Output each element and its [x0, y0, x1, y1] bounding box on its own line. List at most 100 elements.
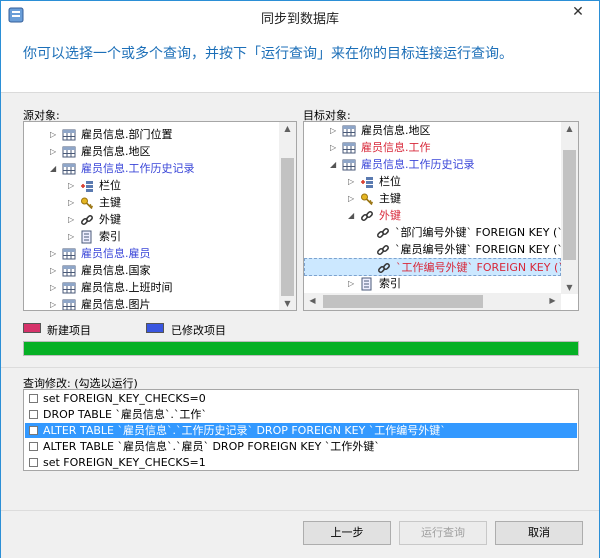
query-checkbox[interactable]: [29, 426, 38, 435]
query-row[interactable]: ALTER TABLE `雇员信息`.`工作历史记录` DROP FOREIGN…: [25, 423, 577, 438]
tree-row[interactable]: ▷ 雇员信息.雇员: [24, 245, 280, 263]
tree-row[interactable]: ▷ 雇员信息.工作: [304, 139, 561, 157]
query-row[interactable]: set FOREIGN_KEY_CHECKS=0: [25, 391, 577, 406]
expand-arrow-icon[interactable]: ▷: [50, 267, 58, 275]
query-checkbox[interactable]: [29, 458, 38, 467]
target-tree[interactable]: ▷雇员信息.雇员▷索引`工作编号外键` FOREIGN KEY (`工`雇员编号…: [303, 121, 579, 311]
link-icon: [377, 245, 389, 255]
query-row[interactable]: ALTER TABLE `雇员信息`.`雇员` DROP FOREIGN KEY…: [25, 439, 577, 454]
scroll-down-arrow-icon[interactable]: ▼: [279, 299, 296, 308]
close-button[interactable]: ✕: [563, 1, 593, 23]
table-icon: [62, 248, 76, 260]
tree-row[interactable]: ▷ 外键: [24, 211, 280, 229]
tree-row[interactable]: ◢ 雇员信息.工作历史记录: [304, 156, 561, 174]
expand-arrow-icon[interactable]: ▷: [330, 144, 338, 152]
scroll-right-arrow-icon[interactable]: ▶: [544, 296, 561, 305]
expand-arrow-icon[interactable]: ▷: [348, 280, 356, 288]
progress-fill: [24, 342, 578, 355]
collapse-arrow-icon[interactable]: ◢: [330, 161, 338, 169]
query-text: DROP TABLE `雇员信息`.`工作`: [43, 408, 207, 421]
table-icon: [62, 163, 76, 175]
cancel-button[interactable]: 取消: [495, 521, 583, 545]
query-row[interactable]: set FOREIGN_KEY_CHECKS=1: [25, 455, 577, 470]
source-vertical-scrollbar[interactable]: ▲ ▼: [279, 122, 296, 310]
target-vertical-scrollbar[interactable]: ▲ ▼: [561, 122, 578, 294]
query-checkbox[interactable]: [29, 410, 38, 419]
tree-row[interactable]: ▷ 雇员信息.地区: [24, 143, 280, 161]
tree-row-label: `部门编号外键` FOREIGN KEY (`部: [395, 226, 574, 239]
tree-row[interactable]: `工作编号外键` FOREIGN KEY (`工: [304, 258, 575, 276]
tree-row[interactable]: ◢ 雇员信息.工作历史记录: [24, 160, 280, 178]
scrollbar-thumb[interactable]: [563, 150, 576, 260]
tree-row-label: 主键: [379, 192, 401, 205]
tree-row[interactable]: ▷ 雇员信息.部门位置: [24, 126, 280, 144]
scroll-left-arrow-icon[interactable]: ◀: [304, 296, 321, 305]
expand-arrow-icon[interactable]: ▷: [50, 284, 58, 292]
expand-arrow-icon[interactable]: ▷: [50, 148, 58, 156]
columns-icon: [81, 181, 93, 192]
tree-row-label: 索引: [99, 230, 121, 243]
modified-item-swatch: [146, 323, 164, 333]
expand-arrow-icon[interactable]: ▷: [68, 182, 76, 190]
query-checkbox[interactable]: [29, 442, 38, 451]
query-list[interactable]: set FOREIGN_KEY_CHECKS=0 DROP TABLE `雇员信息…: [23, 389, 579, 471]
expand-arrow-icon[interactable]: ▷: [68, 233, 76, 241]
target-horizontal-scrollbar[interactable]: ◀ ▶: [304, 293, 561, 310]
collapse-arrow-icon[interactable]: ◢: [348, 212, 356, 220]
query-checkbox[interactable]: [29, 394, 38, 403]
back-button[interactable]: 上一步: [303, 521, 391, 545]
tree-row-label: 外键: [99, 213, 121, 226]
index-icon: [361, 277, 372, 291]
table-icon: [342, 159, 356, 171]
tree-row-label: 索引: [379, 277, 401, 290]
query-row[interactable]: DROP TABLE `雇员信息`.`工作`: [25, 407, 577, 422]
source-tree[interactable]: ▷ 雇员信息.图片 ▷ 雇员信息.上班时间 ▷ 雇员信息.国家 ▷ 雇员信息.雇员 ▷ 索引 ▷ 外键…: [23, 121, 297, 311]
tree-row-label: 主键: [99, 196, 121, 209]
progress-bar: [23, 341, 579, 356]
window-title: 同步到数据库: [260, 12, 339, 27]
scroll-down-arrow-icon[interactable]: ▼: [561, 283, 578, 292]
expand-arrow-icon[interactable]: ▷: [348, 195, 356, 203]
query-text: set FOREIGN_KEY_CHECKS=0: [43, 392, 206, 405]
tree-row[interactable]: ▷ 索引: [24, 228, 280, 246]
tree-row[interactable]: ▷ 索引: [304, 275, 561, 293]
instruction-text: 你可以选择一个或多个查询，并按下「运行查询」来在你的目标连接运行查询。: [23, 46, 513, 62]
tree-row[interactable]: ◢ 外键: [304, 207, 561, 225]
tree-row-label: 雇员信息.工作历史记录: [361, 158, 475, 171]
tree-row[interactable]: ▷ 雇员信息.上班时间: [24, 279, 280, 297]
expand-arrow-icon[interactable]: ▷: [50, 301, 58, 309]
run-query-button[interactable]: 运行查询: [399, 521, 487, 545]
tree-row[interactable]: ▷ 主键: [24, 194, 280, 212]
scrollbar-thumb[interactable]: [323, 295, 483, 308]
scroll-up-arrow-icon[interactable]: ▲: [561, 124, 578, 133]
tree-row-label: 雇员信息.上班时间: [81, 281, 173, 294]
expand-arrow-icon[interactable]: ▷: [68, 216, 76, 224]
tree-row[interactable]: ▷ 雇员信息.国家: [24, 262, 280, 280]
expand-arrow-icon[interactable]: ▷: [68, 199, 76, 207]
new-item-swatch: [23, 323, 41, 333]
query-text: set FOREIGN_KEY_CHECKS=1: [43, 456, 206, 469]
expand-arrow-icon[interactable]: ▷: [330, 127, 338, 135]
expand-arrow-icon[interactable]: ▷: [348, 178, 356, 186]
sync-dialog: 同步到数据库 ✕ 你可以选择一个或多个查询，并按下「运行查询」来在你的目标连接运…: [0, 0, 600, 558]
table-icon: [62, 299, 76, 310]
tree-row-label: 雇员信息.工作: [361, 141, 431, 154]
tree-row[interactable]: ▷ 栏位: [24, 177, 280, 195]
collapse-arrow-icon[interactable]: ◢: [50, 165, 58, 173]
table-icon: [62, 282, 76, 294]
tree-row[interactable]: ▷ 栏位: [304, 173, 561, 191]
tree-row[interactable]: `雇员编号外键` FOREIGN KEY (`雇: [304, 241, 574, 259]
link-icon: [377, 228, 389, 238]
tree-row[interactable]: ▷ 雇员信息.地区: [304, 122, 561, 140]
expand-arrow-icon[interactable]: ▷: [50, 250, 58, 258]
scroll-up-arrow-icon[interactable]: ▲: [279, 124, 296, 133]
tree-row-label: 栏位: [99, 179, 121, 192]
tree-row[interactable]: ▷ 雇员信息.图片: [24, 296, 280, 310]
divider: [1, 367, 599, 368]
tree-row[interactable]: `部门编号外键` FOREIGN KEY (`部: [304, 224, 574, 242]
title-bar: 同步到数据库 ✕: [1, 1, 599, 31]
scrollbar-thumb[interactable]: [281, 158, 294, 296]
tree-row[interactable]: ▷ 主键: [304, 190, 561, 208]
table-icon: [62, 129, 76, 141]
expand-arrow-icon[interactable]: ▷: [50, 131, 58, 139]
